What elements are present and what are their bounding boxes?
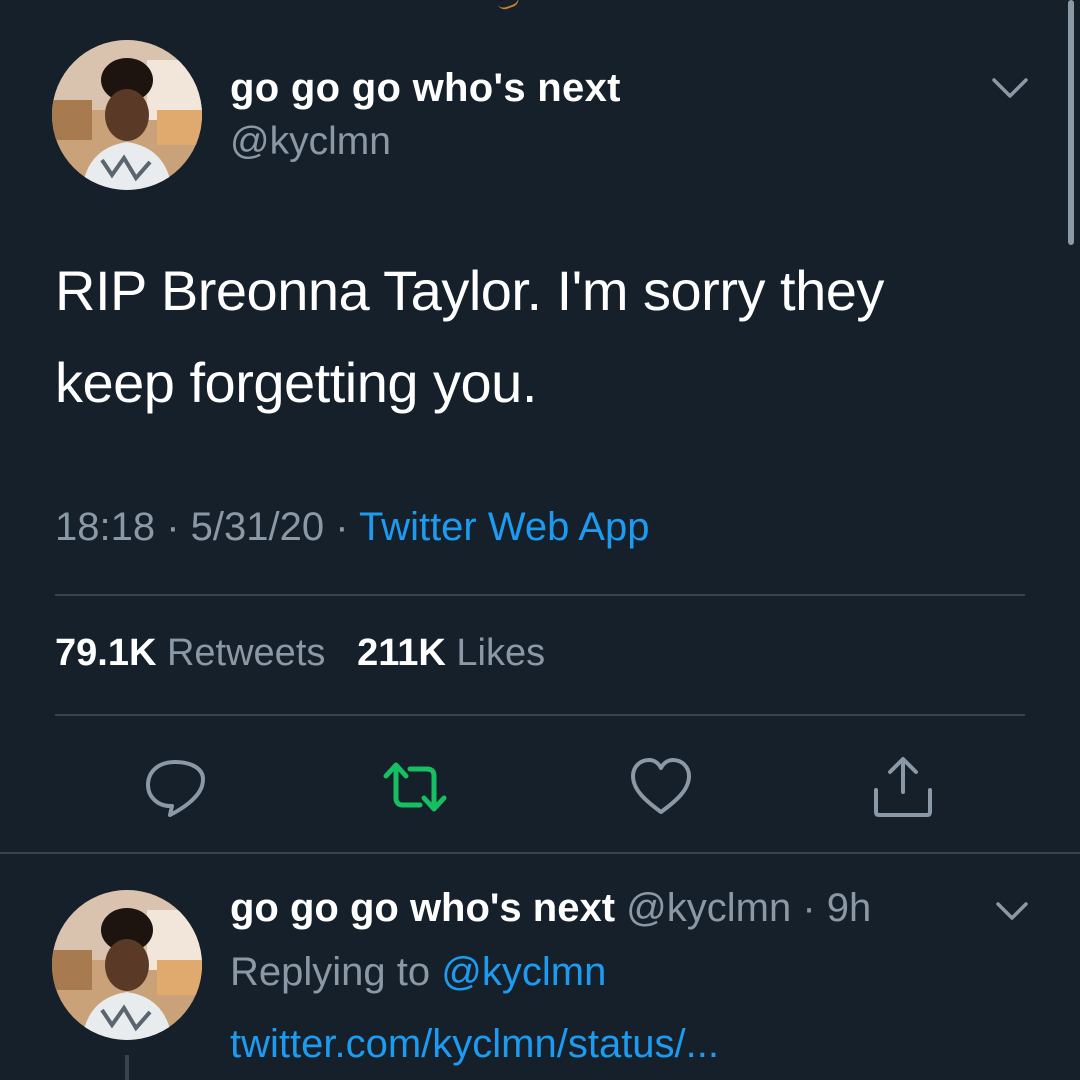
chevron-down-icon[interactable]: [990, 74, 1030, 102]
retweets-label: Retweets: [166, 632, 326, 674]
divider: [55, 714, 1025, 716]
author-handle[interactable]: @kyclmn: [230, 120, 391, 164]
thread-line: [125, 1055, 129, 1080]
tweet-source-link[interactable]: Twitter Web App: [359, 505, 650, 549]
avatar[interactable]: [52, 40, 202, 190]
tweet-meta: 18:18 · 5/31/20 · Twitter Web App: [55, 505, 649, 550]
avatar-image: [52, 890, 202, 1040]
chevron-down-icon[interactable]: [992, 896, 1032, 924]
likes-count: 211K: [357, 632, 446, 674]
replying-prefix: Replying to: [230, 950, 431, 994]
author-display-name[interactable]: go go go who's next: [230, 66, 621, 111]
retweets-stat[interactable]: 79.1K Retweets: [55, 632, 325, 674]
tweet-detail-screen: go go go who's next @kyclmn RIP Breonna …: [0, 0, 1080, 1080]
retweets-count: 79.1K: [55, 632, 157, 674]
reply-avatar[interactable]: [52, 890, 202, 1040]
tweet-stats: 79.1K Retweets 211K Likes: [55, 632, 545, 675]
share-icon: [874, 757, 932, 817]
reply-header: go go go who's next @kyclmn · 9h: [230, 886, 871, 931]
tweet-time: 18:18: [55, 505, 156, 549]
reply-separator: ·: [791, 886, 827, 930]
section-divider: [0, 852, 1080, 854]
scrollbar[interactable]: [1064, 0, 1080, 260]
avatar-image: [52, 40, 202, 190]
meta-separator: ·: [324, 505, 359, 549]
reply-age: 9h: [826, 886, 872, 930]
tweet-text: RIP Breonna Taylor. I'm sorry they keep …: [55, 259, 884, 414]
status-link[interactable]: twitter.com/kyclmn/status/...: [230, 1022, 719, 1067]
share-button[interactable]: [868, 752, 938, 822]
likes-label: Likes: [456, 632, 546, 674]
tweet-date: 5/31/20: [190, 505, 325, 549]
reply-author-handle[interactable]: @kyclmn: [626, 886, 791, 930]
like-button[interactable]: [626, 752, 696, 822]
reply-author-name[interactable]: go go go who's next: [230, 886, 615, 930]
reply-button[interactable]: [140, 752, 210, 822]
likes-stat[interactable]: 211K Likes: [357, 632, 545, 674]
meta-separator: ·: [155, 505, 191, 549]
retweet-icon: [383, 762, 447, 812]
top-accent-mark: [497, 0, 521, 12]
reply-icon: [146, 760, 205, 817]
heart-icon: [631, 758, 691, 814]
retweet-button[interactable]: [380, 752, 450, 822]
replying-to: Replying to @kyclmn: [230, 950, 606, 995]
replying-to-handle[interactable]: @kyclmn: [441, 950, 606, 994]
scrollbar-thumb[interactable]: [1068, 0, 1074, 245]
divider: [55, 594, 1025, 596]
